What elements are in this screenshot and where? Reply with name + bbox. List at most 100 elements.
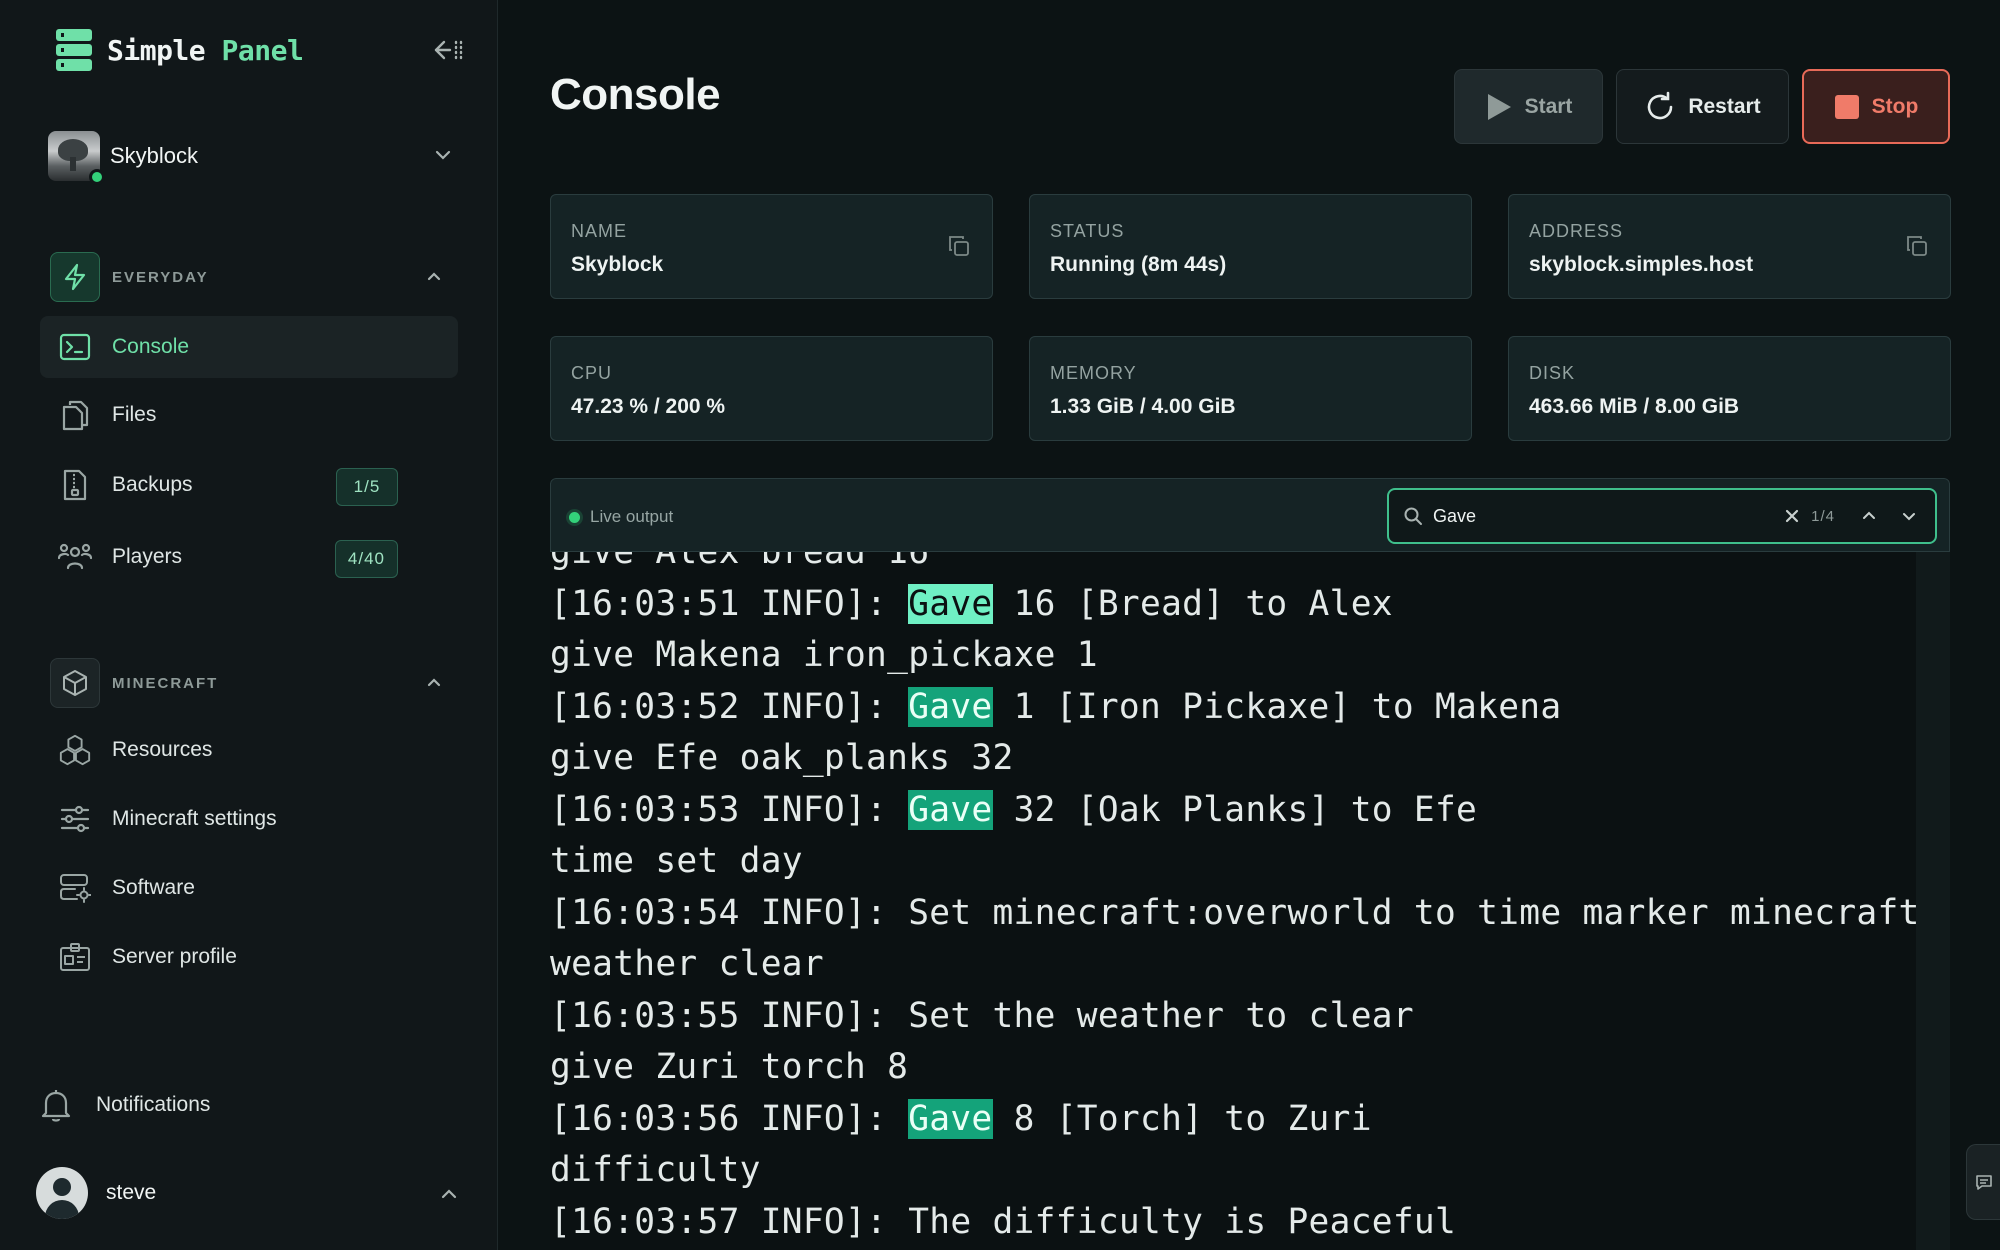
brand-name: Simple Panel	[107, 33, 304, 67]
sidebar-item-label: Resources	[112, 738, 213, 761]
users-icon	[58, 540, 92, 574]
section-minecraft-label: MINECRAFT	[112, 674, 219, 692]
search-input[interactable]	[1433, 505, 1782, 527]
search-match-count: 1/4	[1811, 507, 1835, 525]
console-line: [16:03:53 INFO]: Gave 32 [Oak Planks] to…	[550, 788, 1477, 832]
stat-label: CPU	[571, 363, 613, 383]
console-line: [16:03:51 INFO]: Gave 16 [Bread] to Alex	[550, 582, 1393, 626]
copy-icon[interactable]	[948, 235, 970, 257]
play-icon	[1485, 92, 1513, 122]
notifications-button[interactable]: Notifications	[36, 1080, 210, 1130]
console-line-text: give Efe oak_planks 32	[550, 738, 1014, 778]
console-line: [16:03:56 INFO]: Gave 8 [Torch] to Zuri	[550, 1097, 1372, 1141]
sidebar-item-label: Players	[112, 545, 183, 568]
sidebar-item-server-profile[interactable]: Server profile	[40, 926, 458, 988]
server-avatar	[48, 131, 105, 185]
clear-search-button[interactable]	[1781, 509, 1803, 523]
console-line: [16:03:54 INFO]: Set minecraft:overworld…	[550, 891, 1916, 935]
chevron-up-icon	[427, 272, 441, 281]
archive-icon	[58, 468, 92, 502]
section-everyday-label: EVERYDAY	[112, 268, 209, 286]
sidebar-item-label: Files	[112, 403, 157, 426]
console-line: give Makena iron_pickaxe 1	[550, 633, 1098, 677]
live-dot	[569, 511, 580, 523]
terminal-icon	[58, 330, 92, 364]
console-line-text: 16 [Bread] to Alex	[992, 583, 1393, 624]
sidebar-item-label: Backups	[112, 473, 193, 496]
section-minecraft-toggle[interactable]: MINECRAFT	[50, 658, 450, 708]
chevron-down-icon	[435, 150, 451, 160]
brand-word-1: Simple	[107, 33, 206, 67]
backups-count-badge: 1/5	[336, 468, 398, 506]
stat-card-name: NAME Skyblock	[550, 194, 993, 299]
chevron-up-icon	[441, 1189, 457, 1199]
sidebar-item-files[interactable]: Files	[40, 384, 458, 446]
sidebar-item-label: Console	[112, 335, 190, 358]
refresh-icon	[1644, 91, 1676, 123]
start-button[interactable]: Start	[1454, 69, 1603, 144]
next-match-button[interactable]	[1889, 496, 1929, 536]
chevron-down-icon	[1903, 513, 1915, 521]
stat-label: DISK	[1529, 363, 1576, 383]
collapse-sidebar-button[interactable]	[432, 34, 464, 66]
console-line-text: give Alex bread 16	[550, 552, 930, 572]
live-output-indicator: Live output	[569, 507, 673, 527]
user-menu[interactable]: steve	[36, 1166, 466, 1220]
sidebar-item-minecraft-settings[interactable]: Minecraft settings	[40, 788, 458, 850]
server-name: Skyblock	[110, 143, 199, 168]
stat-value: skyblock.simples.host	[1529, 253, 1754, 276]
bell-icon	[41, 1090, 71, 1122]
stop-square-icon	[1834, 94, 1860, 120]
stat-value: Running (8m 44s)	[1050, 253, 1227, 276]
stat-card-memory: MEMORY 1.33 GiB / 4.00 GiB	[1029, 336, 1472, 441]
copy-icon[interactable]	[1906, 235, 1928, 257]
chevron-up-icon	[1863, 511, 1875, 519]
section-everyday-toggle[interactable]: EVERYDAY	[50, 252, 450, 302]
console-line-text: [16:03:53 INFO]:	[550, 789, 909, 830]
brand-logo[interactable]: Simple Panel	[55, 28, 304, 72]
sidebar-item-backups[interactable]: Backups 1/5	[40, 454, 458, 516]
message-icon	[1975, 1175, 1992, 1190]
server-stack-icon	[56, 29, 92, 71]
console-output[interactable]: give Alex bread 16 [16:03:51 INFO]: Gave …	[550, 552, 1916, 1250]
sidebar-item-software[interactable]: Software	[40, 857, 458, 919]
console-scrollbar[interactable]	[1916, 552, 1950, 1250]
start-label: Start	[1524, 94, 1573, 118]
restart-label: Restart	[1688, 94, 1761, 118]
online-status-dot	[89, 169, 105, 185]
notifications-label: Notifications	[96, 1093, 211, 1116]
console-line-text: 8 [Torch] to Zuri	[992, 1098, 1372, 1139]
sidebar-item-console[interactable]: Console	[40, 316, 458, 378]
console-line-text: give Zuri torch 8	[550, 1047, 909, 1087]
stat-label: ADDRESS	[1529, 221, 1624, 241]
console-line-text: [16:03:54 INFO]: Set minecraft:overworld…	[550, 892, 1916, 933]
players-count-badge: 4/40	[334, 540, 398, 578]
arrow-left-collapse-icon	[434, 40, 463, 60]
sidebar-item-resources[interactable]: Resources	[40, 719, 458, 781]
search-highlight: Gave	[908, 789, 993, 830]
server-cog-icon	[58, 871, 92, 905]
console-line-text: [16:03:56 INFO]:	[550, 1098, 909, 1139]
close-icon	[1786, 509, 1799, 523]
stat-card-status: STATUS Running (8m 44s)	[1029, 194, 1472, 299]
console-line-text: [16:03:57 INFO]: The difficulty is Peace…	[550, 1201, 1457, 1242]
server-switcher[interactable]: Skyblock	[48, 128, 468, 185]
console-line-text: [16:03:52 INFO]:	[550, 686, 909, 727]
stat-value: 463.66 MiB / 8.00 GiB	[1529, 395, 1740, 418]
console-search[interactable]: 1/4	[1387, 488, 1937, 544]
console-line: give Alex bread 16	[550, 552, 929, 574]
stop-button[interactable]: Stop	[1802, 69, 1950, 144]
feedback-button[interactable]	[1966, 1144, 2000, 1220]
stat-value: Skyblock	[571, 253, 664, 276]
console-line: [16:03:57 INFO]: The difficulty is Peace…	[550, 1200, 1456, 1244]
console-line: [16:03:55 INFO]: Set the weather to clea…	[550, 994, 1414, 1038]
console-line-text: 32 [Oak Planks] to Efe	[992, 789, 1478, 830]
console-line-text: 1 [Iron Pickaxe] to Makena	[992, 686, 1562, 727]
sidebar-item-players[interactable]: Players 4/40	[40, 526, 458, 588]
sidebar: Simple Panel Skyblock EVERYDAY Console F…	[0, 0, 498, 1250]
restart-button[interactable]: Restart	[1616, 69, 1789, 144]
previous-match-button[interactable]	[1849, 496, 1889, 536]
files-icon	[58, 398, 92, 432]
page-title: Console	[550, 70, 721, 119]
console-line-text: time set day	[550, 841, 803, 881]
